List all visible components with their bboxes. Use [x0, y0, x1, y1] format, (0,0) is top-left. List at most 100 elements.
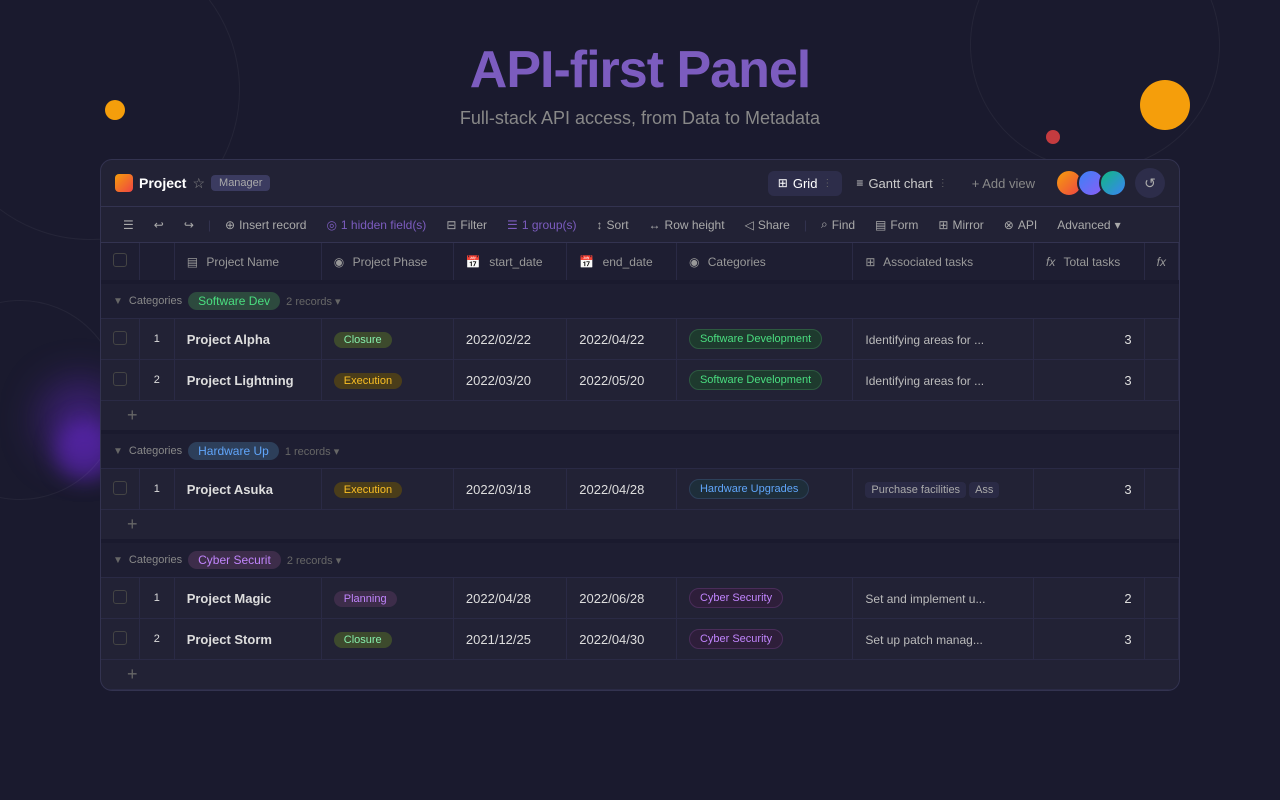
form-button[interactable]: ▤ Form — [867, 214, 926, 236]
extra-cell — [1144, 619, 1178, 660]
group-name-badge: Hardware Up — [188, 442, 279, 460]
end-date-cell: 2022/05/20 — [567, 360, 677, 401]
share-button[interactable]: ◁ Share — [737, 214, 798, 236]
group-button[interactable]: ☰ 1 group(s) — [499, 214, 584, 236]
col-categories[interactable]: ◉ Categories — [676, 243, 852, 282]
group-records-count: 2 records ▾ — [286, 295, 340, 308]
associated-task-cell: Set and implement u... — [853, 578, 1034, 619]
gantt-icon: ≡ — [856, 176, 863, 190]
col-start-label: start_date — [489, 255, 542, 269]
col-total-icon: fx — [1046, 255, 1055, 269]
hidden-fields-label: 1 hidden field(s) — [341, 218, 426, 232]
col-assoc-label: Associated tasks — [883, 255, 973, 269]
api-button[interactable]: ⊗ API — [996, 214, 1045, 236]
phase-badge: Planning — [334, 591, 397, 607]
col-associated-tasks[interactable]: ⊞ Associated tasks — [853, 243, 1034, 282]
col-start-icon: 📅 — [466, 255, 481, 269]
associated-task-text: Set up patch manag... — [865, 633, 982, 647]
row-checkbox[interactable] — [113, 372, 127, 386]
col-checkbox — [101, 243, 140, 282]
row-checkbox[interactable] — [113, 331, 127, 345]
toolbar-redo[interactable]: ↪ — [176, 214, 202, 236]
star-icon[interactable]: ☆ — [192, 175, 205, 192]
row-checkbox[interactable] — [113, 590, 127, 604]
find-button[interactable]: ⌕ Find — [813, 213, 863, 236]
end-date-cell: 2022/04/30 — [567, 619, 677, 660]
advanced-button[interactable]: Advanced ▾ — [1049, 214, 1128, 236]
table-row[interactable]: 1 Project Alpha Closure 2022/02/22 2022/… — [101, 319, 1179, 360]
table-row[interactable]: 2 Project Storm Closure 2021/12/25 2022/… — [101, 619, 1179, 660]
project-title-area: Project ☆ Manager — [115, 174, 758, 192]
filter-button[interactable]: ⊟ Filter — [438, 214, 495, 236]
toolbar-sidebar-toggle[interactable]: ☰ — [115, 214, 142, 236]
row-checkbox-cell — [101, 360, 140, 401]
associated-task-text: Set and implement u... — [865, 592, 985, 606]
sort-button[interactable]: ↕ Sort — [589, 214, 637, 236]
toolbar-undo[interactable]: ↩ — [146, 214, 172, 236]
col-start-date[interactable]: 📅 start_date — [453, 243, 566, 282]
table-wrapper: ▤ Project Name ◉ Project Phase 📅 start_d… — [101, 243, 1179, 690]
add-row-button[interactable]: + — [115, 399, 150, 431]
col-total-label: Total tasks — [1064, 255, 1121, 269]
chevron-down-icon: ▾ — [1115, 218, 1121, 232]
total-tasks-cell: 3 — [1034, 469, 1145, 510]
col-extra[interactable]: fx — [1144, 243, 1178, 282]
group-name-badge: Cyber Securit — [188, 551, 281, 569]
category-cell: Cyber Security — [676, 619, 852, 660]
col-total-tasks[interactable]: fx Total tasks — [1034, 243, 1145, 282]
share-label: Share — [758, 218, 790, 232]
col-assoc-icon: ⊞ — [865, 255, 875, 269]
tab-gantt[interactable]: ≡ Gantt chart ⋮ — [846, 171, 957, 196]
extra-cell — [1144, 319, 1178, 360]
table-row[interactable]: 1 Project Asuka Execution 2022/03/18 202… — [101, 469, 1179, 510]
page-subtitle: Full-stack API access, from Data to Meta… — [0, 108, 1280, 129]
grid-tab-dots[interactable]: ⋮ — [822, 178, 832, 189]
group-triangle-icon: ▼ — [113, 296, 123, 307]
tab-grid-label: Grid — [793, 176, 818, 191]
start-date-cell: 2022/04/28 — [453, 578, 566, 619]
row-height-button[interactable]: ↔ Row height — [641, 214, 733, 236]
table-row[interactable]: 2 Project Lightning Execution 2022/03/20… — [101, 360, 1179, 401]
refresh-button[interactable]: ↺ — [1135, 168, 1165, 198]
mirror-button[interactable]: ⊞ Mirror — [930, 214, 991, 236]
gantt-tab-dots[interactable]: ⋮ — [938, 178, 948, 189]
api-icon: ⊗ — [1004, 218, 1014, 232]
phase-badge: Closure — [334, 632, 392, 648]
category-cell: Software Development — [676, 319, 852, 360]
add-view-button[interactable]: + Add view — [962, 171, 1045, 196]
col-project-phase[interactable]: ◉ Project Phase — [321, 243, 453, 282]
col-row-num — [140, 243, 175, 282]
insert-record-button[interactable]: ⊕ Insert record — [217, 214, 314, 236]
find-icon: ⌕ — [821, 217, 828, 232]
start-date-cell: 2022/03/18 — [453, 469, 566, 510]
group-row-cyber-security[interactable]: ▼ Categories Cyber Securit 2 records ▾ — [101, 541, 1179, 578]
extra-cell — [1144, 360, 1178, 401]
row-checkbox[interactable] — [113, 631, 127, 645]
row-checkbox[interactable] — [113, 481, 127, 495]
advanced-label: Advanced — [1057, 218, 1110, 232]
total-tasks-cell: 3 — [1034, 619, 1145, 660]
row-number: 1 — [140, 469, 175, 510]
phase-badge: Execution — [334, 482, 402, 498]
main-table: ▤ Project Name ◉ Project Phase 📅 start_d… — [101, 243, 1179, 690]
col-project-name[interactable]: ▤ Project Name — [174, 243, 321, 282]
add-row-button[interactable]: + — [115, 508, 150, 540]
col-phase-label: Project Phase — [353, 255, 428, 269]
row-number: 1 — [140, 578, 175, 619]
avatar-3 — [1099, 169, 1127, 197]
category-cell: Cyber Security — [676, 578, 852, 619]
hidden-fields-button[interactable]: ◎ 1 hidden field(s) — [318, 214, 434, 236]
category-badge: Software Development — [689, 370, 822, 390]
extra-cell — [1144, 469, 1178, 510]
mirror-label: Mirror — [952, 218, 983, 232]
group-row-software-dev[interactable]: ▼ Categories Software Dev 2 records ▾ — [101, 282, 1179, 319]
project-name-cell: Project Storm — [174, 619, 321, 660]
tab-grid[interactable]: ⊞ Grid ⋮ — [768, 171, 843, 196]
col-end-date[interactable]: 📅 end_date — [567, 243, 677, 282]
group-row-hardware-up[interactable]: ▼ Categories Hardware Up 1 records ▾ — [101, 432, 1179, 469]
add-row-button[interactable]: + — [115, 658, 150, 690]
category-badge: Software Development — [689, 329, 822, 349]
share-icon: ◁ — [745, 218, 754, 232]
table-row[interactable]: 1 Project Magic Planning 2022/04/28 2022… — [101, 578, 1179, 619]
group-records-count: 2 records ▾ — [287, 554, 341, 567]
